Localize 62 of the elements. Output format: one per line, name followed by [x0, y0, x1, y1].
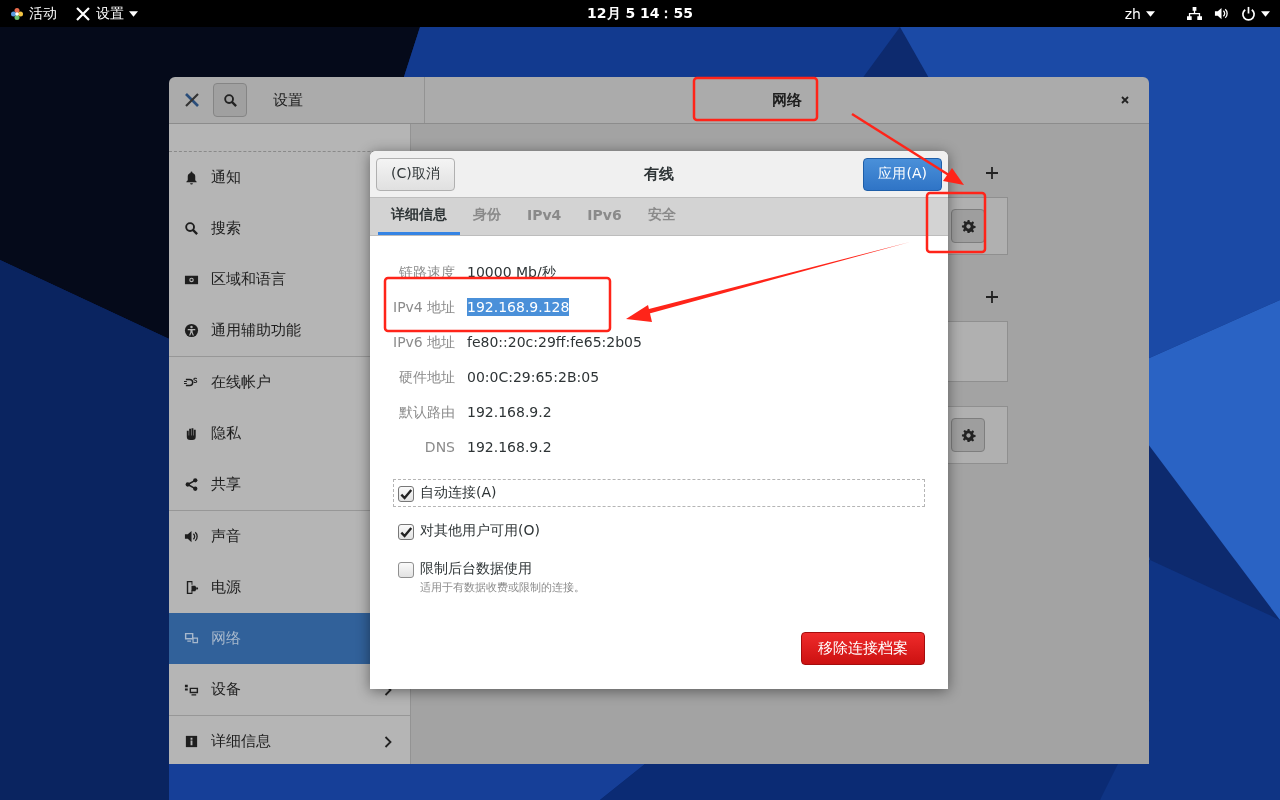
app-menu[interactable]: 设置 [75, 4, 138, 23]
detail-value: 192.168.9.128 [467, 298, 570, 316]
activities-button[interactable]: 活动 [10, 4, 57, 23]
checkbox[interactable] [398, 524, 414, 540]
sidebar-item[interactable]: 详细信息 [169, 716, 410, 764]
gear-icon [960, 427, 976, 443]
search-icon [184, 221, 199, 236]
remove-button[interactable]: 移除连接档案 [801, 632, 925, 665]
sidebar-title: 设置 [273, 90, 303, 110]
devices-icon [184, 682, 199, 697]
bell-icon [184, 170, 199, 185]
clock[interactable]: 12月 5 14：55 [587, 4, 693, 23]
settings-button[interactable] [951, 209, 985, 243]
cancel-button[interactable]: (C)取消 [376, 157, 455, 191]
accessibility-icon [184, 323, 199, 338]
chevron-icon [384, 735, 392, 748]
tab[interactable]: 详细信息 [378, 198, 460, 235]
gear-icon [960, 218, 976, 234]
caret-icon [1146, 10, 1155, 17]
detail-value: 192.168.9.2 [467, 403, 552, 421]
checkbox[interactable] [398, 562, 414, 578]
close-icon[interactable] [1120, 95, 1130, 105]
power-icon[interactable] [1241, 6, 1256, 21]
search-button[interactable] [213, 83, 247, 117]
settings-button[interactable] [951, 418, 985, 452]
tools-icon [75, 5, 91, 22]
share-icon [184, 477, 199, 492]
caret-icon [129, 10, 138, 17]
detail-label: IPv6 地址 [393, 333, 455, 352]
dialog-title: 有线 [644, 164, 675, 184]
option-description: 适用于有数据收费或限制的连接。 [420, 580, 585, 595]
annotation-box [925, 191, 987, 254]
network-icon[interactable] [1187, 6, 1202, 21]
detail-label: DNS [423, 438, 455, 457]
monitor-icon [184, 631, 199, 646]
speaker-icon [184, 529, 199, 544]
plug-icon [184, 580, 199, 595]
detail-label: 硬件地址 [398, 368, 455, 387]
apply-button[interactable]: 应用(A) [863, 157, 942, 191]
add-icon[interactable] [986, 291, 998, 303]
detail-label: IPv4 地址 [393, 298, 455, 317]
checkbox[interactable] [398, 486, 414, 502]
volume-icon[interactable] [1214, 6, 1229, 21]
detail-value: fe80::20c:29ff:fe65:2b05 [467, 333, 642, 351]
flower-icon [10, 6, 24, 21]
option-label: 自动连接(A) [420, 484, 497, 502]
language-menu[interactable]: zh [1124, 5, 1155, 22]
detail-value: 00:0C:29:65:2B:05 [467, 368, 600, 386]
tools-icon [183, 91, 201, 109]
detail-label: 默认路由 [398, 403, 455, 422]
option-row[interactable]: 对其他用户可用(O) [393, 517, 925, 545]
hand-icon [184, 426, 199, 441]
add-icon[interactable] [986, 167, 998, 179]
panel-title: 网络 [772, 90, 802, 110]
option-label: 限制后台数据使用 [420, 560, 533, 578]
option-row[interactable]: 自动连接(A) [393, 479, 925, 507]
info-icon [184, 734, 199, 749]
caret-icon [1261, 10, 1270, 17]
option-row[interactable]: 限制后台数据使用 适用于有数据收费或限制的连接。 [393, 555, 925, 600]
search-icon [222, 92, 238, 108]
option-label: 对其他用户可用(O) [420, 522, 540, 540]
detail-value: 192.168.9.2 [467, 438, 552, 456]
